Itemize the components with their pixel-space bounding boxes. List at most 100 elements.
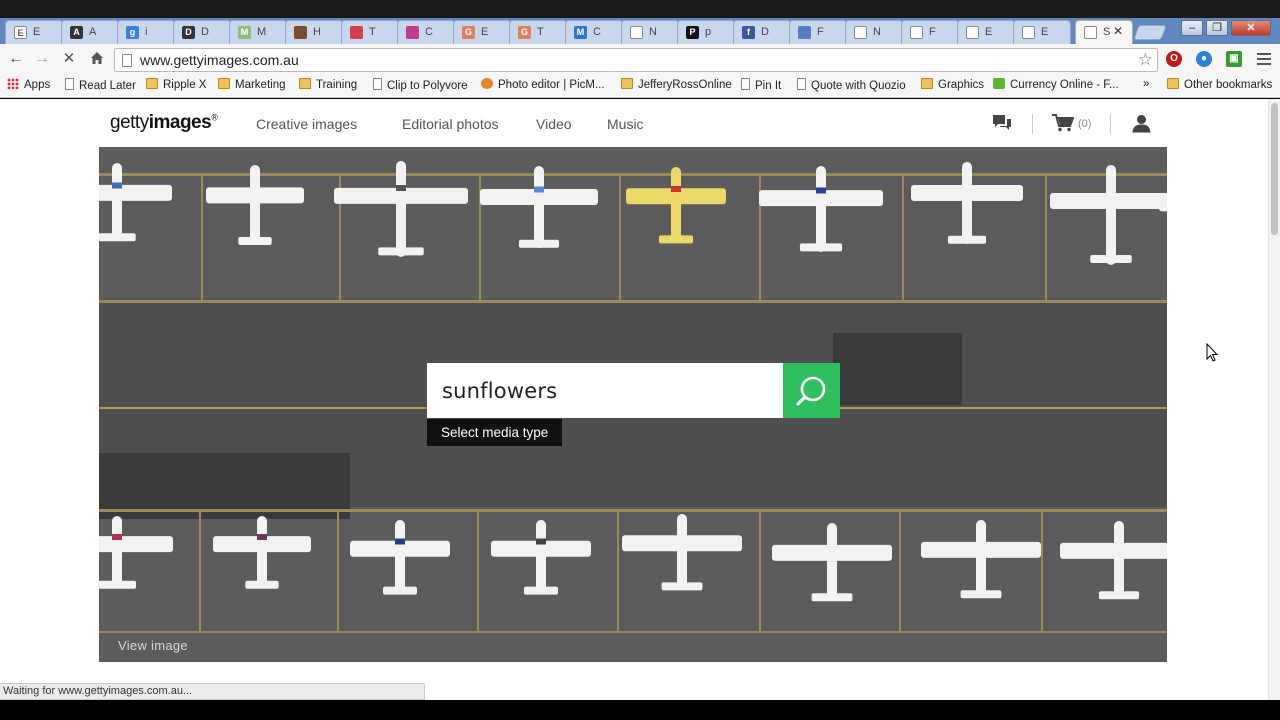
nav-editorial-photos[interactable]: Editorial photos [402, 116, 499, 132]
airplane-tail [524, 586, 558, 595]
bookmark-item[interactable]: Training [299, 78, 357, 91]
forward-icon[interactable]: → [33, 50, 51, 68]
airplane-stripe [395, 538, 405, 545]
scroll-thumb[interactable] [1271, 103, 1278, 235]
cart-count[interactable]: (0) [1078, 118, 1091, 130]
view-image-link[interactable]: View image [118, 638, 188, 653]
close-window-button[interactable]: ✕ [1231, 20, 1271, 36]
gettyimages-logo[interactable]: gettyimages® [110, 112, 218, 134]
bookmark-item[interactable]: Apps [7, 78, 50, 91]
evernote-icon[interactable]: ▣ [1226, 51, 1242, 67]
bookmarks-overflow-button[interactable]: » [1143, 78, 1149, 90]
url-text[interactable]: www.gettyimages.com.au [140, 52, 299, 68]
browser-tab[interactable]: MC [565, 20, 623, 44]
airplane-wing [99, 184, 172, 201]
tab-title: T [537, 26, 544, 38]
bookmark-item[interactable]: Graphics [921, 78, 984, 91]
browser-tab[interactable]: N [845, 20, 903, 44]
chat-icon[interactable] [992, 114, 1012, 137]
folder-icon [146, 78, 158, 89]
browser-tab[interactable]: C [397, 20, 455, 44]
bookmark-item[interactable]: Pin It [741, 78, 781, 92]
airplane-stripe [816, 187, 826, 194]
page-icon [797, 78, 806, 90]
bookmark-item[interactable]: Photo editor | PicM... [481, 78, 605, 91]
browser-tab[interactable]: MM [229, 20, 287, 44]
orange-icon [481, 78, 493, 89]
search-button[interactable] [783, 363, 840, 418]
logo-light: getty [110, 112, 149, 133]
parking-line [99, 631, 1167, 633]
nav-creative-images[interactable]: Creative images [256, 116, 357, 132]
bookmark-star-icon[interactable]: ☆ [1138, 50, 1153, 70]
browser-tab[interactable]: GE [453, 20, 511, 44]
stop-icon[interactable]: ✕ [60, 50, 78, 68]
home-icon[interactable] [88, 50, 106, 68]
cart-icon[interactable] [1052, 114, 1075, 137]
bookmark-item[interactable]: Quote with Quozio [797, 78, 906, 92]
other-bookmarks[interactable]: Other bookmarks [1167, 78, 1272, 91]
address-bar[interactable]: www.gettyimages.com.au ☆ [114, 48, 1158, 72]
bay-divider [899, 511, 901, 633]
bookmark-item[interactable]: JefferyRossOnline [621, 78, 732, 91]
tab-title: F [929, 26, 936, 38]
bookmark-item[interactable]: Currency Online - F... [993, 78, 1119, 91]
search-input[interactable]: sunflowers [427, 363, 783, 418]
browser-tab[interactable]: F [901, 20, 959, 44]
extension-icon[interactable]: ● [1196, 51, 1212, 67]
parking-line [99, 300, 1167, 303]
adblock-icon[interactable]: O [1166, 51, 1182, 67]
browser-tab[interactable]: S [1075, 20, 1133, 44]
bookmark-item[interactable]: Clip to Polyvore [373, 78, 468, 92]
browser-tab[interactable]: E [957, 20, 1015, 44]
tab-favicon-icon [406, 26, 419, 39]
browser-tab[interactable]: AA [61, 20, 119, 44]
select-media-type-button[interactable]: Select media type [427, 419, 563, 446]
tab-favicon-icon [350, 26, 363, 39]
nav-music[interactable]: Music [607, 116, 644, 132]
logo-registered-mark: ® [211, 112, 218, 123]
tarmac-patch [833, 333, 962, 405]
new-tab-button[interactable] [1133, 25, 1167, 40]
tab-favicon-icon [1022, 26, 1035, 39]
airplane-tail [1098, 591, 1140, 600]
browser-tab[interactable]: EE [5, 20, 63, 44]
browser-tab[interactable]: GT [509, 20, 567, 44]
airplane-fuselage [395, 520, 405, 594]
browser-tab[interactable]: H [285, 20, 343, 44]
airplane-tail [245, 580, 279, 589]
nav-video[interactable]: Video [536, 116, 572, 132]
airplane-stripe [671, 186, 681, 192]
tab-title: C [593, 26, 601, 38]
bookmark-label: Pin It [755, 80, 782, 92]
search-input-value[interactable]: sunflowers [442, 379, 557, 403]
browser-tab[interactable]: gi [117, 20, 175, 44]
page-icon [65, 78, 74, 90]
tab-title: A [89, 26, 97, 38]
tab-favicon-icon: P [686, 26, 699, 39]
chrome-menu-icon[interactable] [1257, 53, 1271, 65]
tab-favicon-icon: E [14, 26, 27, 39]
bookmark-item[interactable]: Marketing [218, 78, 286, 91]
browser-tab[interactable]: E [1013, 20, 1071, 44]
browser-tab[interactable]: fD [733, 20, 791, 44]
airplane-tail [518, 239, 560, 248]
browser-tab[interactable]: F [789, 20, 847, 44]
tab-title: E [1041, 26, 1049, 38]
bookmark-label: Photo editor | PicM... [498, 79, 605, 91]
user-account-icon[interactable] [1132, 114, 1151, 138]
page-scrollbar[interactable] [1268, 99, 1280, 700]
back-icon[interactable]: ← [7, 50, 25, 68]
bay-divider [1041, 511, 1043, 633]
minimize-button[interactable]: – [1181, 20, 1203, 36]
bookmark-item[interactable]: Ripple X [146, 78, 206, 91]
bookmark-item[interactable]: Read Later [65, 78, 136, 92]
airplane-fuselage [534, 166, 544, 248]
browser-tab[interactable]: Pp [677, 20, 735, 44]
browser-tab[interactable]: DD [173, 20, 231, 44]
close-tab-icon[interactable]: ✕ [1113, 24, 1123, 38]
browser-tab[interactable]: N [621, 20, 679, 44]
browser-tab[interactable]: T [341, 20, 399, 44]
maximize-button[interactable]: ❐ [1206, 20, 1228, 36]
tab-title: D [761, 26, 769, 38]
